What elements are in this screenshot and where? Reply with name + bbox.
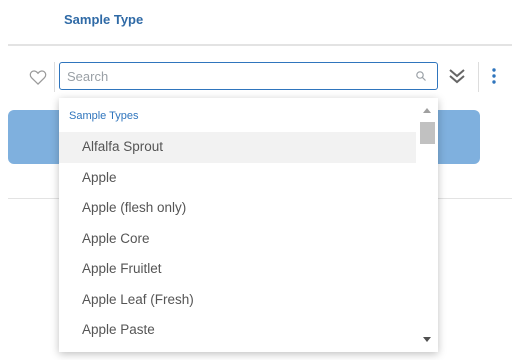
search-box[interactable]: [59, 62, 438, 90]
scroll-up-arrow-icon[interactable]: [423, 108, 431, 113]
field-title: Sample Type: [64, 12, 144, 27]
scrollbar-thumb[interactable]: [420, 122, 435, 144]
scroll-down-arrow-icon[interactable]: [423, 337, 431, 342]
separator: [478, 62, 479, 92]
option-item[interactable]: Apple Leaf (Fresh): [59, 285, 416, 316]
option-item[interactable]: Apple Paste: [59, 315, 416, 346]
double-chevron-down-icon[interactable]: [446, 64, 468, 88]
option-item[interactable]: Apple (flesh only): [59, 193, 416, 224]
options-list: Alfalfa Sprout Apple Apple (flesh only) …: [59, 132, 416, 346]
divider: [8, 44, 512, 46]
separator: [54, 62, 55, 92]
option-item[interactable]: Apple: [59, 163, 416, 194]
page: Sample Type Sample Types Alfalfa Sprout …: [0, 0, 520, 360]
vertical-ellipsis-icon[interactable]: [490, 66, 498, 86]
dropdown-list: Sample Types Alfalfa Sprout Apple Apple …: [59, 98, 438, 352]
heart-outline-icon[interactable]: [28, 67, 48, 87]
group-label: Sample Types: [69, 110, 139, 122]
search-input[interactable]: [67, 67, 397, 85]
option-item[interactable]: Alfalfa Sprout: [59, 132, 416, 163]
scrollbar[interactable]: [417, 98, 438, 352]
option-item[interactable]: Apple Core: [59, 224, 416, 255]
search-icon: [416, 71, 426, 81]
option-item[interactable]: Apple Fruitlet: [59, 254, 416, 285]
